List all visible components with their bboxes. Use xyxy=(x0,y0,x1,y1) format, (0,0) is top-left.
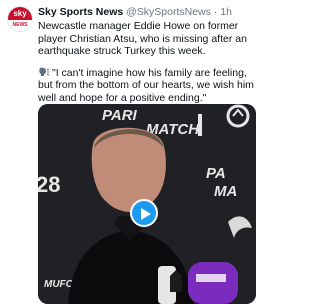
backdrop-text-number: 28 xyxy=(38,172,60,197)
speaking-head-icon xyxy=(38,67,50,77)
author-handle[interactable]: @SkySportsNews xyxy=(126,6,211,18)
sky-logo-bottom: NEWS xyxy=(8,20,32,31)
backdrop-text-pa: PA xyxy=(206,165,226,182)
backdrop-text-ma: MA xyxy=(214,183,237,200)
header-separator: · xyxy=(213,6,218,18)
quote-text: "I can't imagine how his family are feel… xyxy=(38,66,254,104)
avatar[interactable]: sky NEWS xyxy=(7,6,33,32)
author-name[interactable]: Sky Sports News xyxy=(38,6,123,18)
tweet-quote: "I can't imagine how his family are feel… xyxy=(38,67,256,105)
sky-logo-top: sky xyxy=(8,7,32,21)
tweet-header: Sky Sports News @SkySportsNews · 1h xyxy=(38,6,256,19)
video-player[interactable]: PARI MATCH PA MA 28 MUFC TV xyxy=(38,104,256,304)
tweet-text: Newcastle manager Eddie Howe on former p… xyxy=(38,20,247,57)
backdrop-text-pari: PARI xyxy=(102,107,138,124)
play-icon xyxy=(141,208,151,220)
tweet-time[interactable]: 1h xyxy=(220,6,232,18)
tweet: Sky Sports News @SkySportsNews · 1h Newc… xyxy=(38,6,256,104)
play-button[interactable] xyxy=(130,199,158,227)
